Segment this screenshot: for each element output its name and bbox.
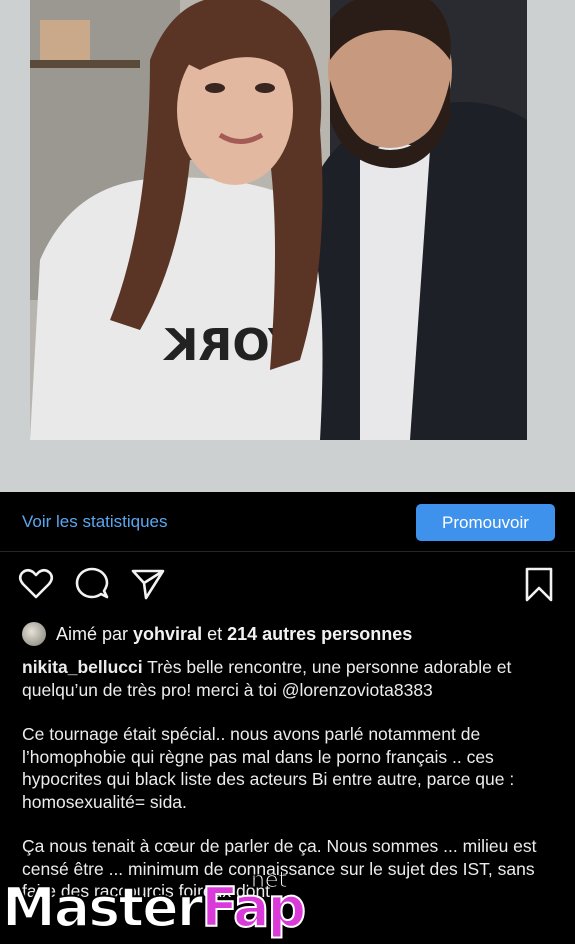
post-caption: nikita_bellucci Très belle rencontre, un… — [22, 656, 562, 925]
comment-icon[interactable] — [74, 566, 110, 602]
liker-username[interactable]: yohviral — [133, 624, 202, 645]
promote-button[interactable]: Promouvoir — [416, 504, 555, 541]
post-actions-row — [0, 566, 575, 606]
caption-paragraph-1: nikita_bellucci Très belle rencontre, un… — [22, 656, 562, 701]
photo-illustration: YORK — [30, 0, 527, 440]
post-photo[interactable]: YORK — [30, 0, 527, 440]
view-stats-link[interactable]: Voir les statistiques — [22, 512, 168, 532]
liker-avatar — [22, 622, 46, 646]
caption-username[interactable]: nikita_bellucci — [22, 657, 143, 677]
bookmark-icon[interactable] — [521, 566, 557, 602]
likes-line[interactable]: Aimé par yohviral et 214 autres personne… — [22, 620, 412, 648]
likes-count[interactable]: 214 autres personnes — [227, 624, 412, 645]
send-icon[interactable] — [130, 566, 166, 602]
caption-paragraph-3: Ça nous tenait à cœur de parler de ça. N… — [22, 836, 537, 901]
caption-paragraph-2: Ce tournage était spécial.. nous avons p… — [22, 724, 515, 812]
likes-prefix: Aimé par — [56, 623, 129, 644]
post-image-area: YORK — [0, 0, 575, 492]
heart-icon[interactable] — [18, 566, 54, 602]
likes-connector: et — [207, 623, 223, 644]
